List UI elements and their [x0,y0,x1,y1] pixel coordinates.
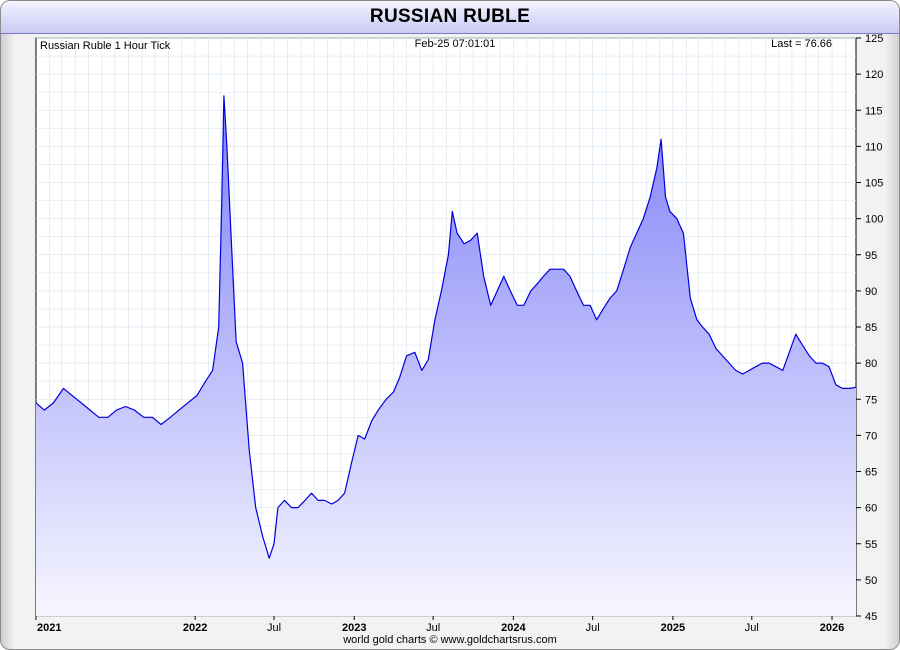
x-tick-label: Jul [267,622,281,634]
header-right: Last = 76.66 [771,38,832,50]
y-tick-label: 50 [865,575,877,587]
x-tick-label: 2021 [37,622,61,634]
y-tick-label: 120 [865,69,883,81]
y-tick-label: 55 [865,539,877,551]
y-tick-label: 105 [865,178,883,190]
x-tick-label: Jul [426,622,440,634]
y-tick-label: 80 [865,358,877,370]
x-axis-ticks: 2021 2022 Jul 2023 Jul 2024 Jul 2025 Jul 2026 [35,616,844,634]
x-tick-label: 2026 [820,622,844,634]
header-center: Feb-25 07:01:01 [415,38,496,50]
y-axis-ticks: 45 50 55 60 65 70 75 80 85 90 95 100 105 110 115 120 125 [856,33,883,623]
y-tick-label: 95 [865,250,877,262]
chart-frame: RUSSIAN RUBLE 45 50 55 60 65 70 75 80 85 90 95 100 1… [0,0,900,650]
footer-credit: world gold charts © www.goldchartsrus.co… [343,634,557,646]
y-tick-label: 75 [865,394,877,406]
x-tick-label: Jul [745,622,759,634]
y-tick-label: 90 [865,286,877,298]
x-tick-label: Jul [586,622,600,634]
y-tick-label: 115 [865,105,883,117]
y-tick-label: 125 [865,33,883,45]
y-tick-label: 100 [865,214,883,226]
y-tick-label: 65 [865,467,877,479]
y-tick-label: 85 [865,322,877,334]
y-tick-label: 45 [865,611,877,623]
y-tick-label: 60 [865,503,877,515]
chart-svg: 45 50 55 60 65 70 75 80 85 90 95 100 105 110 115 120 125… [35,33,883,634]
y-tick-label: 70 [865,430,877,442]
x-tick-label: 2024 [501,622,526,634]
x-tick-label: 2025 [661,622,685,634]
x-tick-label: 2022 [183,622,207,634]
y-tick-label: 110 [865,141,883,153]
x-tick-label: 2023 [342,622,366,634]
header-left: Russian Ruble 1 Hour Tick [40,40,171,52]
